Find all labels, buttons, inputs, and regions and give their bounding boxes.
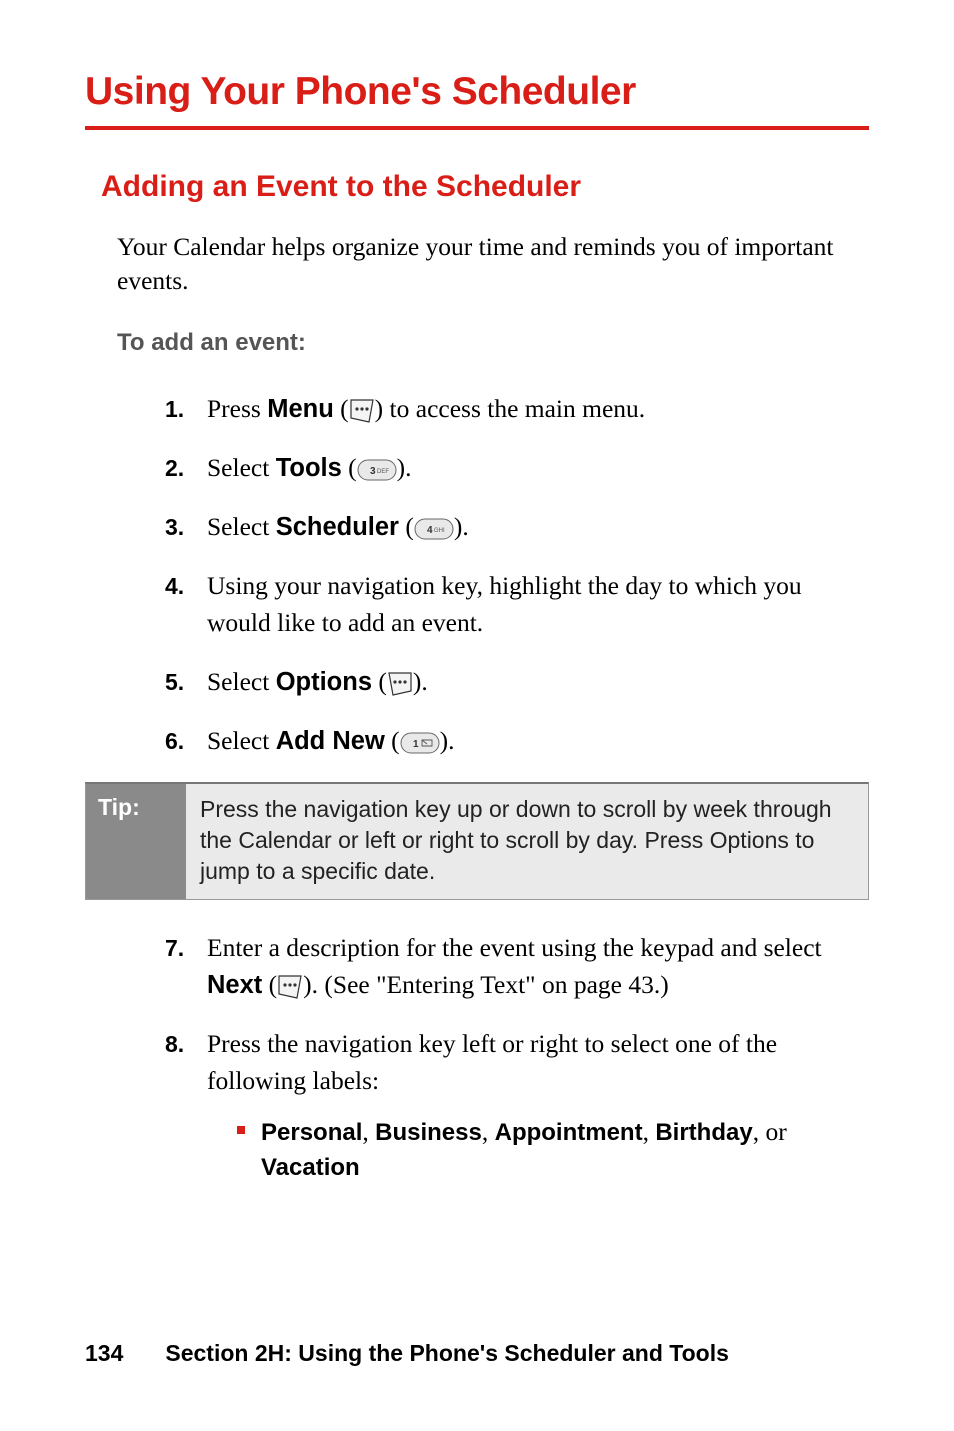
step-text: (	[399, 512, 414, 541]
label-appointment: Appointment	[495, 1119, 643, 1146]
softkey-left-dots-icon	[349, 398, 375, 424]
label-options-list: Personal, Business, Appointment, Birthda…	[237, 1114, 859, 1186]
svg-text:GHI: GHI	[434, 528, 445, 534]
step-text: ).	[413, 667, 428, 696]
tip-body: Press the navigation key up or down to s…	[186, 784, 868, 899]
step-6: 6. Select Add New (1).	[165, 723, 859, 760]
step-text: (	[334, 394, 349, 423]
step-text: Select	[207, 512, 276, 541]
intro-paragraph: Your Calendar helps organize your time a…	[117, 230, 859, 299]
separator: ,	[482, 1117, 495, 1146]
svg-text:DEF: DEF	[377, 469, 389, 475]
keypad-3-icon: 3DEF	[357, 457, 397, 483]
steps-list: 1. Press Menu ( ) to access the main menu…	[165, 391, 859, 760]
step-text: Select	[207, 667, 276, 696]
step-text: ). (See "Entering Text" on page 43.)	[303, 970, 669, 999]
step-number: 6.	[165, 725, 184, 758]
page-footer: 134 Section 2H: Using the Phone's Schedu…	[85, 1340, 869, 1367]
menu-label: Menu	[267, 395, 334, 423]
tip-label: Tip:	[86, 784, 186, 899]
section-heading: Adding an Event to the Scheduler	[101, 170, 869, 204]
section-label: Section 2H: Using the Phone's Scheduler …	[165, 1340, 729, 1367]
step-text: Select	[207, 453, 276, 482]
step-number: 3.	[165, 511, 184, 544]
step-text: ).	[440, 726, 455, 755]
step-8: 8. Press the navigation key left or righ…	[165, 1026, 859, 1186]
step-text: ).	[397, 453, 412, 482]
step-text: Enter a description for the event using …	[207, 933, 822, 962]
step-7: 7. Enter a description for the event usi…	[165, 930, 859, 1004]
options-label: Options	[276, 668, 372, 696]
step-text: Press the navigation key left or right t…	[207, 1029, 777, 1095]
svg-text:3: 3	[370, 466, 376, 477]
step-text: ).	[454, 512, 469, 541]
step-text: Press	[207, 394, 267, 423]
label-vacation: Vacation	[261, 1154, 360, 1181]
or-text: , or	[753, 1117, 787, 1146]
svg-text:4: 4	[427, 525, 433, 536]
step-1: 1. Press Menu ( ) to access the main menu…	[165, 391, 859, 428]
label-option: Personal, Business, Appointment, Birthda…	[237, 1114, 859, 1186]
step-number: 2.	[165, 452, 184, 485]
keypad-1-icon: 1	[400, 730, 440, 756]
step-text: (	[262, 970, 277, 999]
tip-box: Tip: Press the navigation key up or down…	[85, 782, 869, 900]
softkey-left-dots-icon	[277, 974, 303, 1000]
separator: ,	[362, 1117, 375, 1146]
keypad-4-icon: 4GHI	[414, 516, 454, 542]
step-number: 4.	[165, 570, 184, 603]
page-number: 134	[85, 1340, 123, 1367]
step-number: 7.	[165, 932, 184, 965]
softkey-right-dots-icon	[387, 671, 413, 697]
step-text: ) to access the main menu.	[375, 394, 646, 423]
step-text: Using your navigation key, highlight the…	[207, 571, 802, 637]
next-label: Next	[207, 971, 262, 999]
svg-text:1: 1	[413, 739, 419, 750]
step-text: Select	[207, 726, 276, 755]
steps-list-continued: 7. Enter a description for the event usi…	[165, 930, 859, 1186]
step-text: (	[372, 667, 387, 696]
scheduler-label: Scheduler	[276, 513, 399, 541]
step-number: 8.	[165, 1028, 184, 1061]
step-text: (	[385, 726, 400, 755]
step-4: 4. Using your navigation key, highlight …	[165, 568, 859, 642]
step-5: 5. Select Options ().	[165, 664, 859, 701]
procedure-heading: To add an event:	[117, 329, 869, 357]
step-number: 5.	[165, 666, 184, 699]
label-birthday: Birthday	[655, 1119, 752, 1146]
tools-label: Tools	[276, 454, 342, 482]
step-text: (	[342, 453, 357, 482]
step-2: 2. Select Tools (3DEF).	[165, 450, 859, 487]
step-3: 3. Select Scheduler (4GHI).	[165, 509, 859, 546]
step-number: 1.	[165, 393, 184, 426]
page-title: Using Your Phone's Scheduler	[85, 70, 869, 130]
add-new-label: Add New	[276, 727, 385, 755]
label-business: Business	[375, 1119, 482, 1146]
label-personal: Personal	[261, 1119, 362, 1146]
separator: ,	[643, 1117, 656, 1146]
